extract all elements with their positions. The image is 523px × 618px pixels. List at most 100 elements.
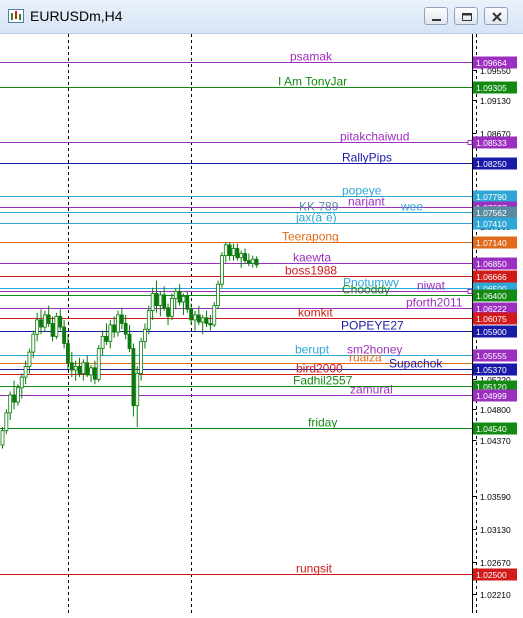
level-price-label: 1.07562 xyxy=(476,208,507,218)
level-price-label: 1.05555 xyxy=(476,351,507,361)
candle-body xyxy=(119,314,124,324)
level-price-label: 1.08533 xyxy=(476,138,507,148)
level-name-label: kaewta xyxy=(293,251,331,265)
level-name-label: Teerapong xyxy=(282,230,339,244)
candle-body xyxy=(135,373,140,407)
price-tick-label: 1.03590 xyxy=(480,492,511,502)
price-tick-label: 1.02670 xyxy=(480,558,511,568)
window-title: EURUSDm,H4 xyxy=(30,8,123,24)
level-name-label: ruaiza xyxy=(349,351,382,365)
price-chart[interactable]: 1.095501.091301.086701.077801.073601.065… xyxy=(0,34,523,613)
candle-body xyxy=(19,376,24,389)
candle-body xyxy=(231,248,236,256)
price-tick-label: 1.03130 xyxy=(480,525,511,535)
candle-body xyxy=(254,258,259,266)
level-anchor-marker[interactable] xyxy=(467,140,473,145)
candle-body xyxy=(50,323,55,337)
level-name-label: pforth2011 xyxy=(406,296,463,310)
level-name-label: jax(ä¨ë) xyxy=(295,211,337,225)
candle-body xyxy=(227,244,232,256)
level-name-label: Fadhil2557 xyxy=(293,374,353,388)
candle-body xyxy=(27,351,32,367)
candle-body xyxy=(146,310,151,330)
candle-body xyxy=(66,343,70,364)
candle-body xyxy=(139,340,144,374)
level-name-label: niwat xyxy=(417,279,446,293)
candle-body xyxy=(73,365,78,371)
level-price-label: 1.02500 xyxy=(476,570,507,580)
candle-body xyxy=(243,253,247,261)
close-icon xyxy=(492,12,502,22)
candle-body xyxy=(196,314,201,323)
candle-body xyxy=(212,305,217,326)
level-price-label: 1.06400 xyxy=(476,291,507,301)
candle-body xyxy=(69,362,74,371)
candle-body xyxy=(177,290,182,303)
chart-window-icon xyxy=(8,9,24,23)
candle-body xyxy=(181,295,186,303)
candle-body xyxy=(189,308,194,321)
candle-body xyxy=(12,394,16,403)
level-name-label: wee xyxy=(400,200,423,214)
restore-icon xyxy=(462,13,472,21)
candle-body xyxy=(185,295,190,310)
level-name-label: RallyPips xyxy=(342,151,392,165)
level-name-label: Supachok xyxy=(389,357,443,371)
candle-body xyxy=(100,335,105,349)
candle-body xyxy=(154,293,159,307)
level-price-label: 1.07410 xyxy=(476,219,507,229)
candle-body xyxy=(246,260,251,264)
level-name-label: psamak xyxy=(290,50,333,64)
candle-body xyxy=(158,294,163,307)
price-tick-label: 1.02210 xyxy=(480,590,511,600)
candle-body xyxy=(216,283,221,307)
level-name-label: I Am TonyJar xyxy=(278,75,347,89)
candle-body xyxy=(235,248,240,259)
candle-body xyxy=(204,317,209,324)
candle-body xyxy=(166,307,170,317)
level-name-label: berupt xyxy=(295,343,330,357)
candle-body xyxy=(208,323,213,326)
candle-body xyxy=(35,319,40,335)
level-names: psamak I Am TonyJar pitakchaiwud RallyPips p… xyxy=(278,50,463,576)
candle-body xyxy=(104,335,109,342)
minimize-button[interactable] xyxy=(424,7,448,25)
candle-body xyxy=(112,324,117,333)
level-price-label: 1.06850 xyxy=(476,259,507,269)
candles xyxy=(0,242,259,449)
candle-body xyxy=(15,387,20,403)
candle-body xyxy=(89,367,93,376)
candle-body xyxy=(143,328,147,342)
window-titlebar: EURUSDm,H4 xyxy=(0,0,523,34)
candle-body xyxy=(173,290,178,299)
candle-body xyxy=(39,319,43,328)
close-button[interactable] xyxy=(484,7,508,25)
candle-body xyxy=(85,362,90,376)
level-name-label: komkit xyxy=(298,306,333,320)
candle-body xyxy=(42,314,47,328)
level-name-label: boss1988 xyxy=(285,264,337,278)
candle-body xyxy=(131,348,136,407)
level-name-label: zamurai xyxy=(350,383,393,397)
candle-body xyxy=(250,258,255,264)
level-name-label: narjant xyxy=(348,195,385,209)
level-price-label: 1.04999 xyxy=(476,391,507,401)
level-price-label: 1.06075 xyxy=(476,314,507,324)
candle-body xyxy=(123,323,128,335)
candle-body xyxy=(223,244,228,256)
level-price-label: 1.09305 xyxy=(476,83,507,93)
level-price-label: 1.07140 xyxy=(476,238,507,248)
candle-body xyxy=(8,394,13,414)
minimize-icon xyxy=(432,19,441,21)
level-price-label: 1.09664 xyxy=(476,58,507,68)
level-price-label: 1.06666 xyxy=(476,272,507,282)
level-name-label: rungsit xyxy=(296,562,333,576)
level-anchor-marker[interactable] xyxy=(467,289,473,294)
chart-canvas[interactable]: 1.095501.091301.086701.077801.073601.065… xyxy=(0,34,523,613)
candle-body xyxy=(46,314,51,324)
price-tick-label: 1.04800 xyxy=(480,405,511,415)
restore-button[interactable] xyxy=(454,7,478,25)
level-name-label: Chooddy xyxy=(342,283,390,297)
candle-body xyxy=(169,298,174,317)
level-name-label: pitakchaiwud xyxy=(340,130,409,144)
